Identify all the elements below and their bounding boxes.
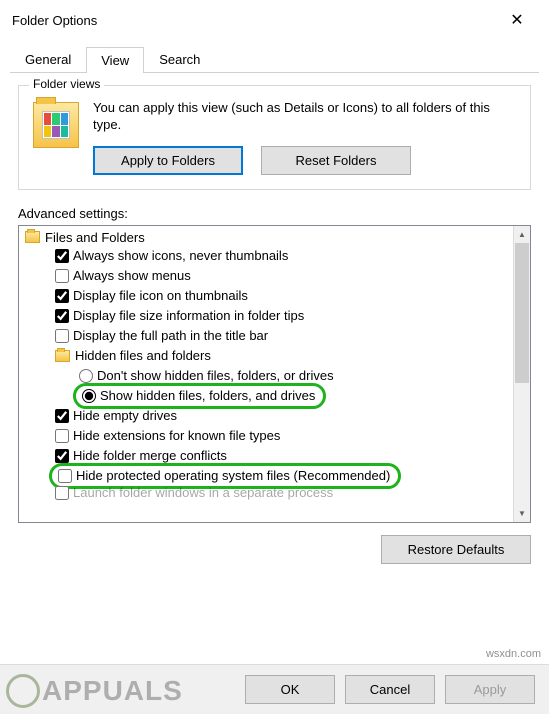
tab-panel-view: Folder views You can apply this view (su… xyxy=(0,73,549,564)
ok-button[interactable]: OK xyxy=(245,675,335,704)
scroll-thumb[interactable] xyxy=(515,243,529,383)
checkbox-input[interactable] xyxy=(55,269,69,283)
tree-item-label: Hide extensions for known file types xyxy=(73,428,280,443)
apply-to-folders-button[interactable]: Apply to Folders xyxy=(93,146,243,175)
apply-button[interactable]: Apply xyxy=(445,675,535,704)
tree-item[interactable]: Hide protected operating system files (R… xyxy=(25,466,513,486)
checkbox-input[interactable] xyxy=(55,449,69,463)
tree-item[interactable]: Hide empty drives xyxy=(25,406,513,426)
tab-general[interactable]: General xyxy=(10,46,86,72)
advanced-settings-tree[interactable]: Files and Folders Always show icons, neve… xyxy=(18,225,531,523)
tree-root: Files and Folders xyxy=(25,230,513,245)
tree-item-label: Hide protected operating system files (R… xyxy=(76,468,390,483)
tree-item-label: Hidden files and folders xyxy=(75,348,211,363)
highlight-circle: Show hidden files, folders, and drives xyxy=(73,383,326,409)
tab-search[interactable]: Search xyxy=(144,46,215,72)
tree-item-label: Display the full path in the title bar xyxy=(73,328,268,343)
folder-views-text: You can apply this view (such as Details… xyxy=(93,100,520,134)
checkbox-input[interactable] xyxy=(55,309,69,323)
tab-strip: General View Search xyxy=(10,46,539,73)
checkbox-input[interactable] xyxy=(55,429,69,443)
tree-item-label: Display file icon on thumbnails xyxy=(73,288,248,303)
scroll-down-button[interactable]: ▼ xyxy=(514,505,530,522)
folder-icon xyxy=(25,231,40,243)
checkbox-input[interactable] xyxy=(55,249,69,263)
url-watermark: wsxdn.com xyxy=(486,648,541,660)
checkbox-input[interactable] xyxy=(55,329,69,343)
tree-item[interactable]: Display file icon on thumbnails xyxy=(25,286,513,306)
tree-root-label: Files and Folders xyxy=(45,230,145,245)
tree-item[interactable]: Hide extensions for known file types xyxy=(25,426,513,446)
reset-folders-button[interactable]: Reset Folders xyxy=(261,146,411,175)
tree-item-label: Don't show hidden files, folders, or dri… xyxy=(97,368,334,383)
tree-item-label: Hide folder merge conflicts xyxy=(73,448,227,463)
tree-item-label: Always show menus xyxy=(73,268,191,283)
checkbox-input[interactable] xyxy=(55,289,69,303)
tree-item[interactable]: Launch folder windows in a separate proc… xyxy=(25,486,513,500)
cancel-button[interactable]: Cancel xyxy=(345,675,435,704)
tree-item-label: Show hidden files, folders, and drives xyxy=(100,388,315,403)
close-button[interactable]: ✕ xyxy=(497,10,537,30)
checkbox-input[interactable] xyxy=(55,409,69,423)
tree-item[interactable]: Always show menus xyxy=(25,266,513,286)
scrollbar[interactable]: ▲ ▼ xyxy=(513,226,530,522)
tab-view[interactable]: View xyxy=(86,47,144,73)
radio-input[interactable] xyxy=(82,389,96,403)
tree-item[interactable]: Show hidden files, folders, and drives xyxy=(25,386,513,406)
checkbox-input[interactable] xyxy=(58,469,72,483)
tree-item[interactable]: Display file size information in folder … xyxy=(25,306,513,326)
folder-icon xyxy=(33,102,79,148)
scroll-up-button[interactable]: ▲ xyxy=(514,226,530,243)
tree-item-label: Display file size information in folder … xyxy=(73,308,304,323)
tree-item[interactable]: Display the full path in the title bar xyxy=(25,326,513,346)
checkbox-input[interactable] xyxy=(55,486,69,500)
tree-item[interactable]: Always show icons, never thumbnails xyxy=(25,246,513,266)
folder-icon xyxy=(55,350,70,362)
folder-views-legend: Folder views xyxy=(29,77,104,91)
title-bar: Folder Options ✕ xyxy=(0,0,549,36)
advanced-settings-label: Advanced settings: xyxy=(18,206,531,221)
tree-item-label: Launch folder windows in a separate proc… xyxy=(73,486,333,500)
watermark: APPUALS xyxy=(6,674,183,708)
radio-input[interactable] xyxy=(79,369,93,383)
tree-item[interactable]: Hidden files and folders xyxy=(25,346,513,366)
window-title: Folder Options xyxy=(12,13,97,28)
tree-item-label: Always show icons, never thumbnails xyxy=(73,248,288,263)
restore-defaults-button[interactable]: Restore Defaults xyxy=(381,535,531,564)
tree-item-label: Hide empty drives xyxy=(73,408,177,423)
folder-views-group: Folder views You can apply this view (su… xyxy=(18,85,531,190)
